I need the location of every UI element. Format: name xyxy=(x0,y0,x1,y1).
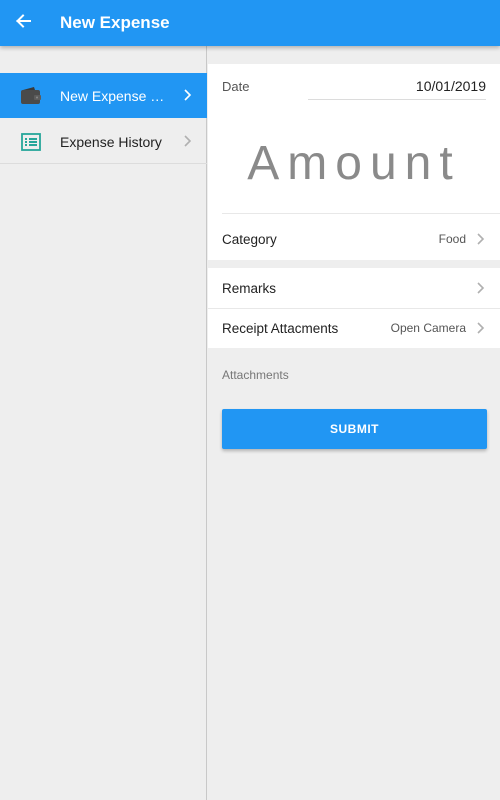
attachments-label: Attachments xyxy=(222,368,289,382)
chevron-right-icon xyxy=(472,280,488,296)
date-field[interactable]: 10/01/2019 xyxy=(416,78,486,94)
amount-card: Date 10/01/2019 Amount Category Food xyxy=(208,64,500,260)
chevron-right-icon xyxy=(179,87,195,103)
sidebar-item-label: New Expense Claim xyxy=(60,87,170,104)
details-card: Remarks Receipt Attacments Open Camera xyxy=(208,268,500,348)
chevron-right-icon xyxy=(472,320,488,336)
sidebar-item-expense-history[interactable]: Expense History xyxy=(0,119,207,164)
divider xyxy=(222,213,500,214)
category-label: Category xyxy=(222,231,277,247)
chevron-right-icon xyxy=(179,133,195,149)
back-button[interactable] xyxy=(0,0,46,46)
sidebar: New Expense Claim Expense History xyxy=(0,46,207,800)
date-underline xyxy=(308,99,486,100)
app-bar: New Expense xyxy=(0,0,500,46)
sidebar-item-label: Expense History xyxy=(60,133,162,150)
remarks-row[interactable]: Remarks xyxy=(208,268,500,308)
category-row[interactable]: Category Food xyxy=(208,219,500,259)
list-icon xyxy=(20,131,42,153)
amount-input[interactable]: Amount xyxy=(208,136,500,191)
receipt-label: Receipt Attacments xyxy=(222,320,339,336)
divider xyxy=(0,163,207,164)
category-value: Food xyxy=(438,232,466,246)
expense-form: Date 10/01/2019 Amount Category Food Rem… xyxy=(208,46,500,800)
wallet-icon xyxy=(20,85,42,107)
receipt-attachments-row[interactable]: Receipt Attacments Open Camera xyxy=(208,308,500,348)
remarks-label: Remarks xyxy=(222,280,277,296)
submit-button[interactable]: SUBMIT xyxy=(222,409,487,449)
page-title: New Expense xyxy=(60,13,170,32)
open-camera-link[interactable]: Open Camera xyxy=(391,321,466,335)
chevron-right-icon xyxy=(472,231,488,247)
arrow-back-icon xyxy=(14,12,32,35)
date-label: Date xyxy=(222,79,250,94)
sidebar-item-new-expense-claim[interactable]: New Expense Claim xyxy=(0,73,207,118)
